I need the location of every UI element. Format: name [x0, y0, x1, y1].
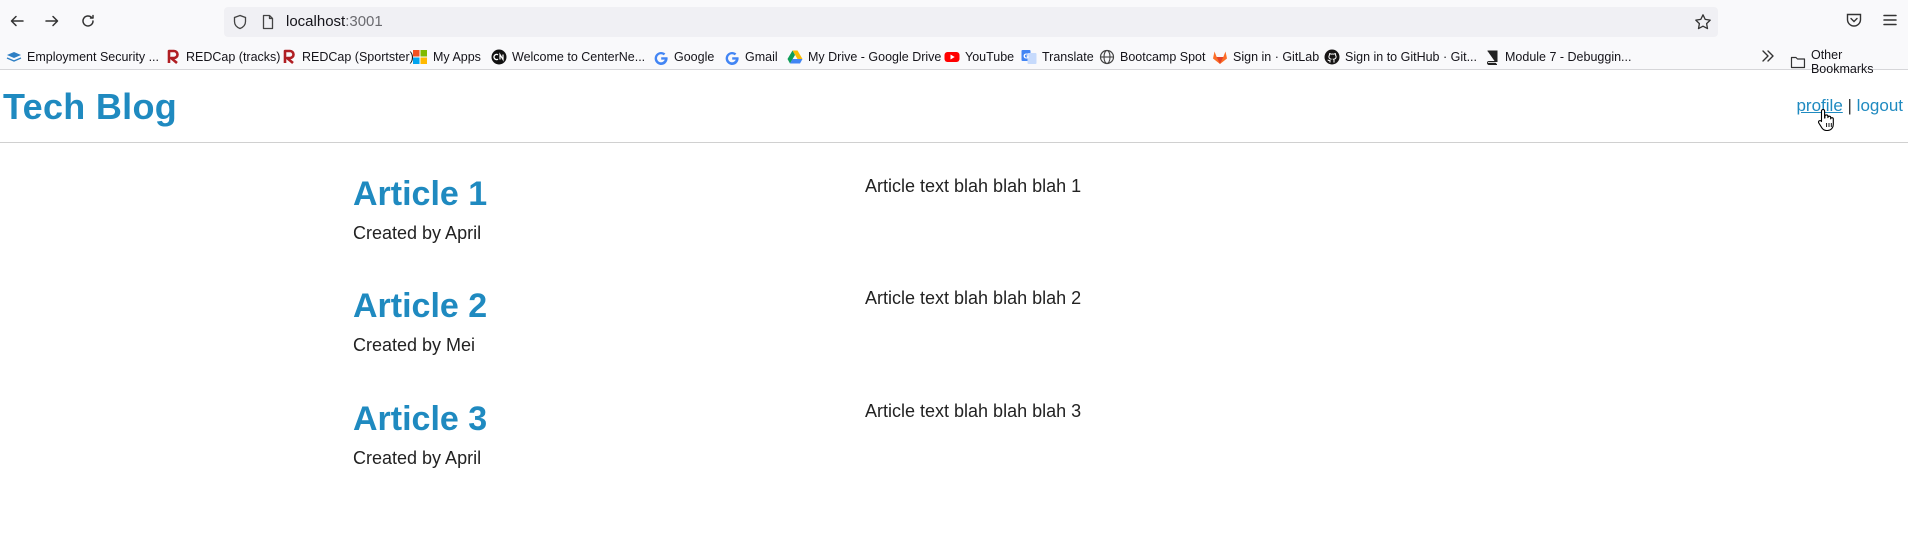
bookmarks-bar: Employment Security ... REDCap (tracks) …	[0, 43, 1908, 70]
bookmark-redcap-tracks[interactable]: REDCap (tracks)	[165, 48, 280, 66]
apps-grid-icon	[413, 50, 427, 64]
article-author: Created by Mei	[353, 335, 476, 355]
bookmark-label: Sign in to GitHub · Git...	[1345, 50, 1477, 64]
bookmark-label: Bootcamp Spot	[1120, 50, 1206, 64]
chevrons-right-icon[interactable]	[1759, 47, 1777, 65]
bookmark-google-drive[interactable]: My Drive - Google Drive	[787, 48, 941, 66]
logout-link[interactable]: logout	[1857, 96, 1903, 115]
bookmark-module-7[interactable]: Module 7 - Debuggin...	[1484, 48, 1631, 66]
browser-toolbar: localhost:3001	[0, 0, 1908, 43]
bookmark-star-icon[interactable]	[1694, 13, 1712, 31]
bookmark-gmail[interactable]: Gmail	[724, 48, 778, 66]
translate-icon: G	[1021, 50, 1037, 64]
bookmark-label: Module 7 - Debuggin...	[1505, 50, 1632, 64]
redcap-icon	[283, 49, 295, 64]
back-arrow-icon	[10, 15, 24, 27]
menu-hamburger-icon[interactable]	[1881, 11, 1899, 29]
bookmark-translate[interactable]: G Translate	[1021, 48, 1094, 66]
bookmark-label: My Apps	[433, 50, 481, 64]
page-icon[interactable]	[260, 14, 276, 30]
bookmark-employment-security[interactable]: Employment Security ...	[6, 48, 159, 66]
pocket-icon[interactable]	[1845, 11, 1863, 29]
forward-button[interactable]	[42, 11, 62, 31]
bookmark-label: Google	[674, 50, 715, 64]
bookmark-bootcamp-spot[interactable]: Bootcamp Spot	[1099, 48, 1205, 66]
google-icon	[654, 51, 668, 65]
bookmark-youtube[interactable]: YouTube	[944, 48, 1014, 66]
site-nav: profile | logout	[1796, 96, 1903, 116]
gitlab-icon	[1213, 51, 1227, 64]
bookmark-github[interactable]: Sign in to GitHub · Git...	[1324, 48, 1477, 66]
nav-separator: |	[1847, 96, 1852, 115]
article-body: Article text blah blah blah 1	[865, 176, 1082, 196]
site-title[interactable]: Tech Blog	[3, 86, 177, 128]
bookmark-google[interactable]: Google	[653, 48, 714, 66]
drive-icon	[787, 50, 803, 64]
article-item: Article 1 Created by April Article text …	[353, 175, 1453, 275]
article-body: Article text blah blah blah 2	[865, 288, 1082, 308]
url-text[interactable]: localhost:3001	[286, 13, 383, 31]
bookmark-label: My Drive - Google Drive	[808, 50, 942, 64]
cn-icon	[491, 49, 507, 65]
hand-pointer-icon	[1817, 108, 1834, 132]
article-body: Article text blah blah blah 3	[865, 401, 1082, 421]
bookmark-label: Gmail	[745, 50, 778, 64]
bookmark-label: YouTube	[965, 50, 1015, 64]
bookmark-label: Sign in · GitLab	[1233, 50, 1320, 64]
bookmark-my-apps[interactable]: My Apps	[412, 48, 481, 66]
bookmark-label: REDCap (tracks)	[186, 50, 281, 64]
youtube-icon	[944, 52, 960, 62]
book-icon	[1487, 50, 1498, 65]
bookmark-label: Welcome to CenterNe...	[512, 50, 646, 64]
bookmark-label: REDCap (Sportster)	[302, 50, 414, 64]
article-author: Created by April	[353, 223, 482, 243]
github-icon	[1324, 49, 1340, 65]
svg-text:G: G	[1023, 53, 1029, 61]
article-title[interactable]: Article 2	[353, 287, 487, 326]
site-header: Tech Blog profile | logout	[0, 70, 1908, 143]
url-port: :3001	[345, 13, 383, 30]
google-icon	[725, 51, 739, 65]
bookmark-gitlab[interactable]: Sign in · GitLab	[1212, 48, 1319, 66]
bookmark-redcap-sportster[interactable]: REDCap (Sportster)	[281, 48, 414, 66]
article-author: Created by April	[353, 448, 482, 468]
shield-icon[interactable]	[232, 14, 248, 30]
article-item: Article 3 Created by April Article text …	[353, 400, 1453, 500]
article-item: Article 2 Created by Mei Article text bl…	[353, 287, 1453, 387]
reload-button[interactable]	[78, 11, 98, 31]
article-title[interactable]: Article 3	[353, 400, 487, 439]
bookmark-centernet[interactable]: Welcome to CenterNe...	[491, 48, 645, 66]
redcap-icon	[167, 49, 179, 64]
url-host: localhost	[286, 13, 346, 30]
article-title[interactable]: Article 1	[353, 175, 487, 214]
bookmark-label: Employment Security ...	[27, 50, 159, 64]
layers-icon	[6, 52, 22, 62]
folder-icon	[1790, 56, 1806, 69]
reload-icon	[82, 14, 94, 27]
forward-arrow-icon	[45, 15, 59, 27]
bookmark-label: Translate	[1042, 50, 1094, 64]
back-button[interactable]	[7, 11, 27, 31]
address-bar[interactable]: localhost:3001	[224, 7, 1718, 37]
globe-icon	[1099, 49, 1115, 65]
